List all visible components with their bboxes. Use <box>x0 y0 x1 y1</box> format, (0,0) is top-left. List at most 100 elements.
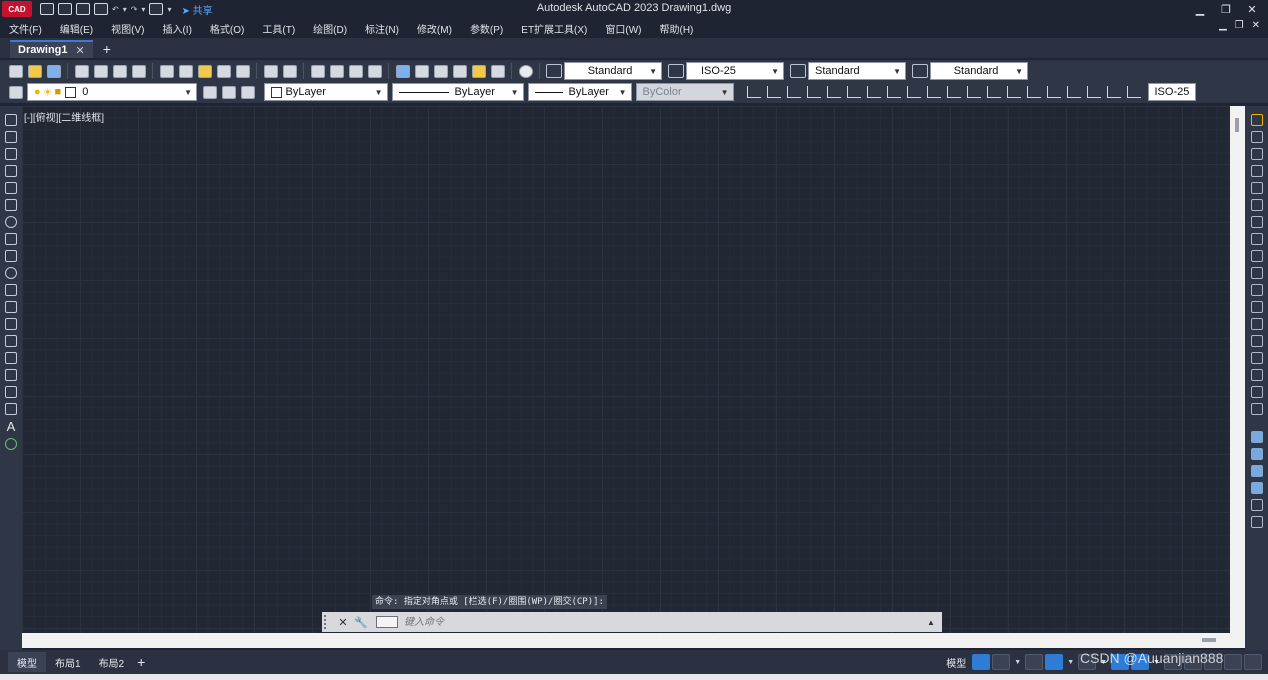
add-selected-icon[interactable] <box>5 438 17 450</box>
publish-icon[interactable] <box>112 64 127 78</box>
sheet-set-icon[interactable] <box>452 64 467 78</box>
region-icon[interactable] <box>5 386 17 398</box>
layer-properties-icon[interactable] <box>8 85 23 99</box>
break-at-point-icon[interactable] <box>1250 301 1263 313</box>
redo-icon[interactable]: ↷ <box>131 5 138 14</box>
insert-block-icon[interactable] <box>5 301 17 313</box>
open-icon[interactable] <box>27 64 42 78</box>
cut-icon[interactable] <box>159 64 174 78</box>
tab-layout2[interactable]: 布局2 <box>90 652 134 672</box>
pan-icon[interactable] <box>310 64 325 78</box>
point-icon[interactable] <box>5 335 17 347</box>
polyline-icon[interactable] <box>5 148 17 160</box>
customize-dropdown-icon[interactable]: ▾ <box>167 5 171 14</box>
tolerance-icon[interactable] <box>1006 86 1021 98</box>
array-icon[interactable] <box>1250 182 1263 194</box>
grid-display-icon[interactable] <box>972 654 991 670</box>
menu-dimension[interactable]: 标注(N) <box>365 21 399 36</box>
move-icon[interactable] <box>1250 199 1263 211</box>
new-file-icon[interactable] <box>40 3 54 15</box>
expand-history-icon[interactable]: ▲ <box>924 618 938 627</box>
angular-dimension-icon[interactable] <box>886 86 901 98</box>
dimension-edit-icon[interactable] <box>1086 86 1101 98</box>
quick-dimension-icon[interactable] <box>906 86 921 98</box>
extend-icon[interactable] <box>1250 284 1263 296</box>
line-icon[interactable] <box>5 114 17 126</box>
quickcalc-icon[interactable] <box>490 64 505 78</box>
autocad-logo-icon[interactable]: CAD <box>2 1 32 17</box>
menu-draw[interactable]: 绘图(D) <box>313 21 347 36</box>
radius-dimension-icon[interactable] <box>826 86 841 98</box>
circle-icon[interactable] <box>5 216 17 228</box>
clean-screen-icon[interactable] <box>1224 654 1242 670</box>
arc-length-icon[interactable] <box>786 86 801 98</box>
baseline-dimension-icon[interactable] <box>926 86 941 98</box>
multiline-text-icon[interactable]: A <box>7 420 16 433</box>
drag-handle-icon[interactable] <box>324 615 332 629</box>
menu-window[interactable]: 窗口(W) <box>605 21 641 36</box>
share-button[interactable]: ➤ 共享 <box>181 2 212 17</box>
snap-dropdown-icon[interactable]: ▼ <box>1014 659 1021 666</box>
new-tab-button[interactable]: + <box>103 40 111 58</box>
close-button[interactable]: ✕ <box>1244 3 1260 16</box>
blend-curves-icon[interactable] <box>1250 386 1263 398</box>
dimension-text-edit-icon[interactable] <box>1106 86 1121 98</box>
mleader-style-select[interactable]: Standard ▼ <box>930 62 1028 80</box>
hatch-icon[interactable] <box>5 352 17 364</box>
minimize-button[interactable]: ▁ <box>1192 3 1208 16</box>
dim-style-select[interactable]: ISO-25 ▼ <box>686 62 784 80</box>
model-space-button[interactable]: 模型 <box>946 655 966 670</box>
block-editor-icon[interactable] <box>235 64 250 78</box>
inspection-icon[interactable] <box>1046 86 1061 98</box>
erase-icon[interactable] <box>1250 114 1263 126</box>
undo-icon[interactable] <box>263 64 278 78</box>
menu-modify[interactable]: 修改(M) <box>417 21 452 36</box>
redo-dropdown-icon[interactable]: ▾ <box>141 5 145 14</box>
plot-preview-icon[interactable] <box>93 64 108 78</box>
menu-help[interactable]: 帮助(H) <box>660 21 694 36</box>
drawing-canvas[interactable] <box>22 106 1230 633</box>
arc-icon[interactable] <box>5 199 17 211</box>
dimension-style-control[interactable]: ISO-25 <box>1147 83 1196 101</box>
undo-icon[interactable]: ↶ <box>112 5 119 14</box>
mirror-icon[interactable] <box>1250 148 1263 160</box>
properties-icon[interactable] <box>395 64 410 78</box>
doc-minimize-button[interactable]: ▁ <box>1219 20 1227 31</box>
restore-button[interactable]: ❐ <box>1218 3 1234 16</box>
linetype-select[interactable]: ByLayer ▼ <box>391 83 524 101</box>
rotate-icon[interactable] <box>1250 216 1263 228</box>
send-under-icon[interactable] <box>1250 482 1263 494</box>
horizontal-scroll-thumb[interactable] <box>1202 638 1216 642</box>
construction-line-icon[interactable] <box>5 131 17 143</box>
jogged-linear-icon[interactable] <box>1066 86 1081 98</box>
help-icon[interactable] <box>518 64 533 78</box>
make-current-layer-icon[interactable] <box>203 85 217 99</box>
spline-icon[interactable] <box>5 250 17 262</box>
horizontal-scrollbar[interactable] <box>22 633 1245 648</box>
text-to-front-icon[interactable] <box>1250 499 1263 511</box>
vertical-scrollbar[interactable] <box>1230 106 1245 633</box>
customize-wrench-icon[interactable]: 🔧 <box>354 616 368 629</box>
send-to-back-icon[interactable] <box>1250 448 1263 460</box>
tab-drawing1[interactable]: Drawing1 ✕ <box>10 40 93 58</box>
table-style-icon[interactable] <box>790 64 806 78</box>
revision-cloud-icon[interactable] <box>5 233 17 245</box>
explode-icon[interactable] <box>1250 403 1263 415</box>
fillet-icon[interactable] <box>1250 369 1263 381</box>
text-style-select[interactable]: Standard ▼ <box>564 62 662 80</box>
polygon-icon[interactable] <box>5 165 17 177</box>
dimension-break-icon[interactable] <box>986 86 1001 98</box>
vertical-scroll-thumb[interactable] <box>1235 118 1239 132</box>
add-layout-button[interactable]: + <box>137 654 145 670</box>
menu-edit[interactable]: 编辑(E) <box>60 21 93 36</box>
3d-print-icon[interactable] <box>131 64 146 78</box>
dim-style-icon[interactable] <box>668 64 684 78</box>
ortho-mode-icon[interactable] <box>1025 654 1044 670</box>
break-icon[interactable] <box>1250 318 1263 330</box>
ordinate-dimension-icon[interactable] <box>806 86 821 98</box>
tab-layout1[interactable]: 布局1 <box>46 652 90 672</box>
lineweight-select[interactable]: ByLayer ▼ <box>527 83 632 101</box>
close-command-line-icon[interactable]: ✕ <box>336 616 350 629</box>
qnew-icon[interactable] <box>8 64 23 78</box>
continue-dimension-icon[interactable] <box>946 86 961 98</box>
